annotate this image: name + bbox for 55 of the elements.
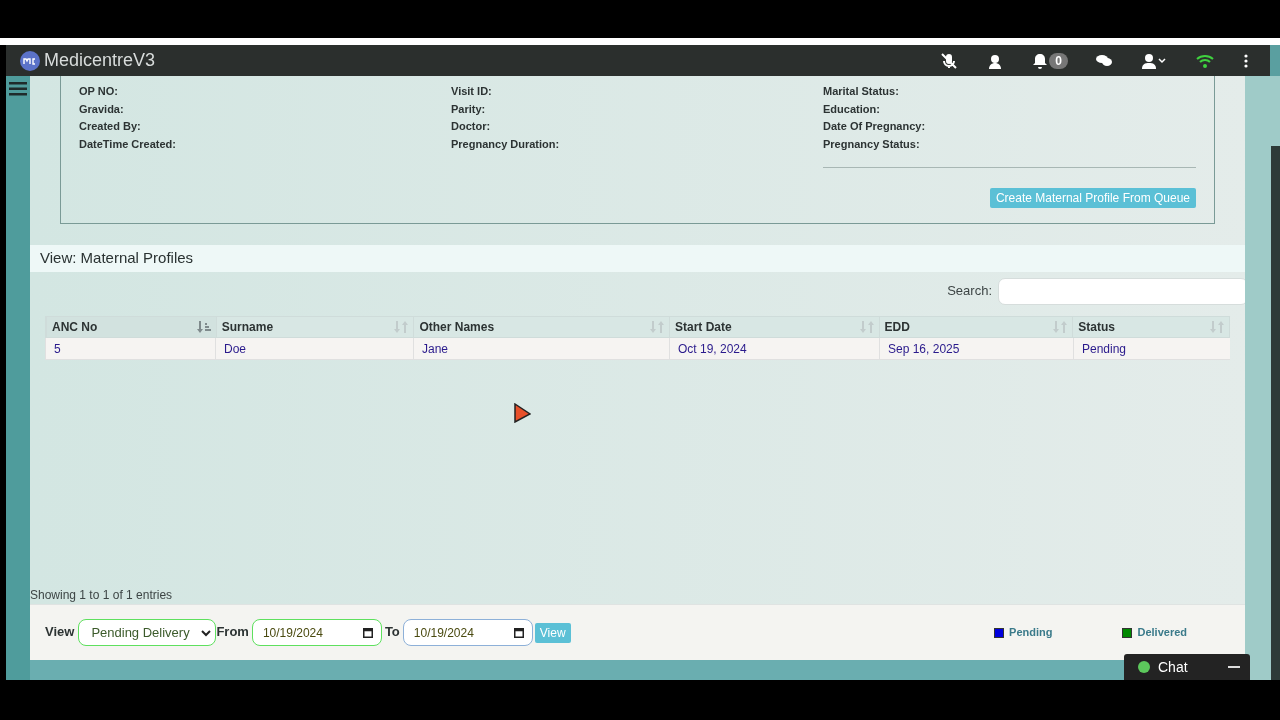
table-cell: Oct 19, 2024 xyxy=(669,338,879,359)
view-select[interactable]: Pending Delivery xyxy=(78,619,217,646)
field-label: Pregnancy Status: xyxy=(823,136,921,152)
column-header[interactable]: Surname xyxy=(215,317,414,337)
search-field[interactable] xyxy=(998,277,1248,305)
minimize-icon[interactable] xyxy=(1228,665,1240,669)
field-label: Pregnancy Duration: xyxy=(451,136,561,152)
field-label: DateTime Created: xyxy=(79,136,177,152)
column-header[interactable]: ANC No xyxy=(46,317,216,337)
cursor-icon xyxy=(513,403,531,423)
calendar-icon[interactable] xyxy=(513,627,524,638)
to-label: To xyxy=(384,622,400,641)
section-title: View: Maternal Profiles xyxy=(40,248,194,269)
field-label: Created By: xyxy=(79,119,142,134)
field-label: Education: xyxy=(823,101,881,117)
entries-info: Showing 1 to 1 of 1 entries xyxy=(30,587,173,604)
view-label: View xyxy=(45,622,75,641)
wifi-icon[interactable] xyxy=(1196,53,1214,68)
column-header[interactable]: Status xyxy=(1072,317,1229,337)
app-title: MedicentreV3 xyxy=(44,49,156,72)
chevron-icon xyxy=(201,628,212,637)
bell-icon[interactable] xyxy=(1033,52,1048,69)
field-label: Doctor: xyxy=(451,119,492,134)
table-cell: Doe xyxy=(215,338,413,359)
field-label: Date Of Pregnancy: xyxy=(823,119,927,134)
muted-microphone-icon[interactable] xyxy=(941,52,958,69)
table-cell: Pending xyxy=(1073,338,1230,359)
to-date-field[interactable]: 10/19/2024 xyxy=(402,619,533,646)
sort-descending-icon[interactable] xyxy=(196,321,211,333)
legend-label: Pending xyxy=(1009,625,1053,641)
search-label: Search: xyxy=(947,282,992,301)
support-agent-icon[interactable] xyxy=(987,52,1004,69)
table-cell: Sep 16, 2025 xyxy=(879,338,1073,359)
table-cell: 5 xyxy=(45,338,215,359)
legend-label: Delivered xyxy=(1137,625,1187,641)
chat-bubbles-icon[interactable] xyxy=(1096,53,1112,68)
field-label: Gravida: xyxy=(79,101,125,117)
calendar-icon[interactable] xyxy=(362,627,373,638)
menu-icon[interactable] xyxy=(9,82,27,96)
field-label: Visit ID: xyxy=(451,84,493,99)
field-label: OP NO: xyxy=(79,84,119,99)
column-header[interactable]: Start Date xyxy=(668,317,879,337)
field-label: Parity: xyxy=(451,101,487,117)
from-date-field[interactable]: 10/19/2024 xyxy=(251,619,382,646)
table-cell: Jane xyxy=(413,338,669,359)
column-header[interactable]: EDD xyxy=(878,317,1073,337)
logo-icon xyxy=(20,50,40,71)
more-icon[interactable] xyxy=(1244,53,1248,68)
field-label: Marital Status: xyxy=(823,84,900,99)
chat-widget[interactable]: Chat xyxy=(1124,654,1250,680)
from-label: From xyxy=(216,622,249,641)
scrollbar-thumb[interactable] xyxy=(1271,146,1280,680)
column-header[interactable]: Other Names xyxy=(413,317,669,337)
user-menu-icon[interactable] xyxy=(1142,52,1166,69)
notification-badge: 0 xyxy=(1049,52,1068,69)
